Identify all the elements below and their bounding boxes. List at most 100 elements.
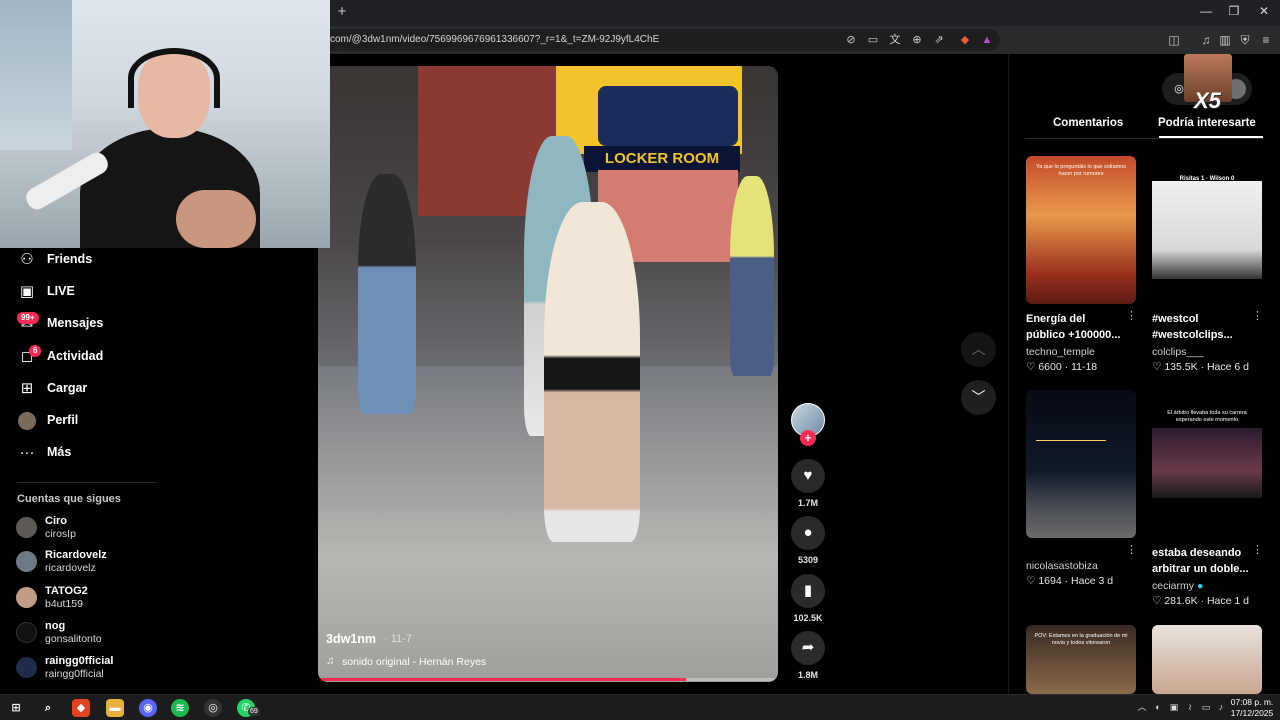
video-thumbnail[interactable]: POV: Estamos en la graduación de mi novi… — [1026, 625, 1136, 694]
video-thumbnail[interactable]: El árbitro llevaba toda su carrera esper… — [1152, 390, 1262, 538]
comment-icon: ● — [803, 524, 813, 541]
minimize-button[interactable]: — — [1196, 4, 1216, 22]
reader-icon[interactable]: ⊘ — [844, 34, 858, 47]
more-options-icon[interactable]: ⋮ — [1126, 543, 1137, 556]
previous-video-button[interactable]: ︿ — [961, 332, 996, 367]
brave-rewards-icon[interactable]: ▲ — [980, 34, 994, 47]
file-explorer-icon[interactable]: ▬ — [106, 699, 124, 717]
sidebar-item-messages[interactable]: ✉ 99+ Mensajes — [17, 312, 217, 336]
sidebar-item-upload[interactable]: ⊞ Cargar — [17, 377, 217, 401]
windows-start-icon[interactable]: ⊞ — [7, 699, 25, 717]
avatar — [16, 622, 37, 643]
sidebar-divider — [17, 482, 157, 483]
system-clock[interactable]: 07:08 p. m. 17/12/2025 — [1228, 697, 1276, 719]
new-tab-button[interactable]: + — [334, 3, 350, 21]
video-author[interactable]: 3dw1nm — [326, 632, 376, 646]
sidebar-item-more[interactable]: ··· Más — [17, 441, 217, 465]
video-thumbnail[interactable] — [1026, 390, 1136, 538]
volume-icon[interactable]: ♪ — [1215, 701, 1227, 713]
sidebar-item-friends[interactable]: ⚇ Friends — [17, 248, 217, 272]
save-count: 102.5K — [793, 613, 823, 623]
card-author[interactable]: nicolasastobiza — [1026, 560, 1098, 572]
webcam-window — [0, 0, 72, 150]
sidebar-item-profile[interactable]: Perfil — [17, 409, 217, 433]
bookmark-icon: ▮ — [803, 582, 813, 599]
following-username: ricardovelz — [45, 562, 96, 574]
more-options-icon[interactable]: ⋮ — [1252, 543, 1263, 556]
video-person-girl — [544, 202, 640, 542]
avatar — [16, 657, 37, 678]
tab-comments[interactable]: Comentarios — [1053, 117, 1123, 129]
brave-shield-icon[interactable]: ◆ — [958, 34, 972, 47]
save-button[interactable]: ▮ — [791, 574, 825, 608]
share-icon[interactable]: ⇗ — [932, 34, 946, 47]
video-thumbnail[interactable]: Risitas 1 · Wilson 0 — [1152, 156, 1262, 304]
music-icon[interactable]: ♫ — [1198, 32, 1214, 48]
following-item[interactable]: TATOG2 b4ut159 — [16, 584, 216, 614]
separator: · — [1200, 361, 1205, 373]
thumbnail-lights — [1036, 440, 1106, 441]
wifi-icon[interactable]: ≀ — [1184, 701, 1196, 713]
like-button[interactable]: ♥ — [791, 459, 825, 493]
sidebar-item-live[interactable]: ▣ LIVE — [17, 280, 217, 304]
video-sound[interactable]: sonido original - Hernán Reyes — [342, 656, 486, 668]
verified-icon: ● — [1196, 580, 1204, 592]
sidebar-item-label: Cargar — [47, 381, 88, 395]
comment-button[interactable]: ● — [791, 516, 825, 550]
video-player[interactable]: LOCKER ROOM 3dw1nm · 11-7 ♫ sonido origi… — [318, 66, 778, 682]
chevron-down-icon: ﹀ — [971, 389, 986, 405]
spotify-icon[interactable]: ≋ — [171, 699, 189, 717]
screenshot-icon[interactable]: ◫ — [1166, 32, 1182, 48]
separator: · — [1064, 361, 1069, 373]
close-button[interactable]: ✕ — [1254, 4, 1274, 22]
thumbnail-text: POV: Estamos en la graduación de mi novi… — [1034, 633, 1128, 646]
follow-button[interactable]: + — [800, 430, 816, 446]
video-thumbnail[interactable]: Ya que lo preguntáis lo que solíamos hac… — [1026, 156, 1136, 304]
heart-outline-icon: ♡ — [1152, 595, 1162, 607]
tray-app-icon[interactable]: ▣ — [1168, 701, 1180, 713]
separator: · — [1064, 575, 1069, 587]
zoom-icon[interactable]: ⊕ — [910, 34, 924, 47]
card-title[interactable]: Energía del público +100000... — [1026, 311, 1126, 343]
discord-icon[interactable]: ◉ — [139, 699, 157, 717]
card-date: Hace 1 d — [1206, 595, 1249, 607]
video-progress-bar[interactable] — [318, 678, 778, 681]
obs-icon[interactable]: ◎ — [204, 699, 222, 717]
following-item[interactable]: Ciro cirosIp — [16, 514, 216, 544]
menu-icon[interactable]: ≡ — [1258, 32, 1274, 48]
more-options-icon[interactable]: ⋮ — [1126, 309, 1137, 322]
sidebar-item-activity[interactable]: ◻ 6 Actividad — [17, 345, 217, 369]
card-author[interactable]: colclips___ — [1152, 346, 1204, 358]
following-item[interactable]: raingg0fficial raingg0fficial — [16, 654, 216, 684]
next-video-button[interactable]: ﹀ — [961, 380, 996, 415]
search-icon[interactable]: ⌕ — [39, 699, 57, 717]
share-button[interactable]: ➦ — [791, 631, 825, 665]
vpn-shield-icon[interactable]: ⛨ — [1237, 32, 1253, 48]
brave-browser-icon[interactable]: ◆ — [72, 699, 90, 717]
address-bar[interactable]: com/@3dw1nm/video/7569969676961336607?_r… — [320, 29, 1000, 51]
meme-overlay-text: X5 — [1194, 88, 1221, 113]
tab-recommended[interactable]: Podría interesarte — [1158, 117, 1256, 129]
more-icon: ··· — [19, 444, 35, 461]
more-options-icon[interactable]: ⋮ — [1252, 309, 1263, 322]
comment-count: 5309 — [797, 555, 819, 565]
cast-icon[interactable]: ▭ — [866, 34, 880, 47]
following-item[interactable]: Ricardovelz ricardovelz — [16, 548, 216, 578]
steam-tray-icon[interactable]: ◐ — [1152, 701, 1164, 713]
card-author[interactable]: techno_temple — [1026, 346, 1095, 358]
tray-chevron-icon[interactable]: ︿ — [1136, 701, 1148, 713]
card-title[interactable]: #westcol #westcolclips... — [1152, 311, 1252, 343]
thumbnail-image — [1152, 428, 1262, 498]
following-item[interactable]: nog gonsalitonto — [16, 619, 216, 649]
sidebar-toggle-icon[interactable]: ▥ — [1217, 32, 1233, 48]
following-username: b4ut159 — [45, 598, 83, 610]
translate-icon[interactable]: 文 — [888, 34, 902, 47]
network-icon[interactable]: ▭ — [1200, 701, 1212, 713]
following-name: nog — [45, 620, 66, 632]
card-title[interactable]: estaba deseando arbitrar un doble... — [1152, 545, 1252, 577]
separator: · — [1200, 595, 1205, 607]
restore-button[interactable]: ❐ — [1224, 4, 1244, 22]
video-thumbnail[interactable] — [1152, 625, 1262, 694]
heart-outline-icon: ♡ — [1026, 361, 1036, 373]
card-author[interactable]: ceciarmy ● — [1152, 580, 1203, 592]
